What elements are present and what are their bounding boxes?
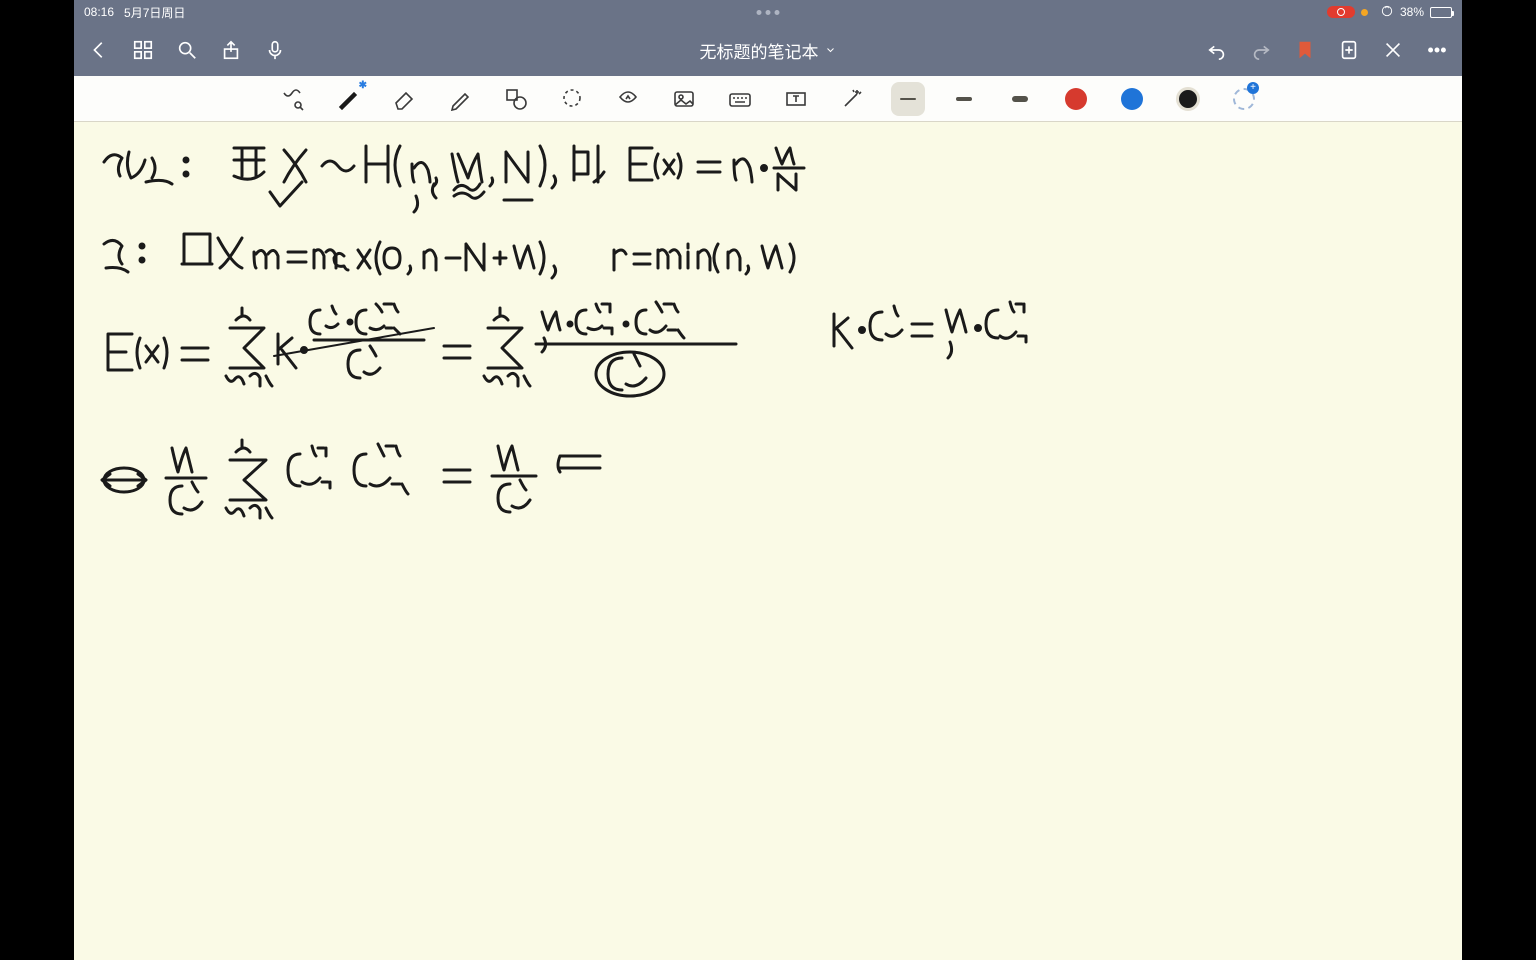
new-page-button[interactable] (1338, 39, 1360, 61)
add-color[interactable] (1227, 82, 1261, 116)
bookmark-button[interactable] (1294, 39, 1316, 61)
stroke-medium[interactable] (947, 82, 981, 116)
nav-bar: 无标题的笔记本 (74, 24, 1462, 76)
status-date: 5月7日周日 (124, 4, 185, 21)
search-button[interactable] (176, 39, 198, 61)
chevron-down-icon (825, 44, 837, 56)
battery-percent: 38% (1400, 5, 1424, 19)
lasso-tool[interactable] (555, 82, 589, 116)
close-button[interactable] (1382, 39, 1404, 61)
image-tool[interactable] (667, 82, 701, 116)
share-button[interactable] (220, 39, 242, 61)
orientation-lock-icon (1380, 4, 1394, 21)
app-window: 08:16 5月7日周日 38% 无标题的笔记本 (74, 0, 1462, 960)
multitask-dots[interactable] (757, 10, 780, 15)
color-blue[interactable] (1115, 82, 1149, 116)
letterbox-right (1462, 0, 1536, 960)
eraser-tool[interactable] (387, 82, 421, 116)
battery-icon (1430, 7, 1452, 18)
status-bar: 08:16 5月7日周日 38% (74, 0, 1462, 24)
microphone-button[interactable] (264, 39, 286, 61)
status-left: 08:16 5月7日周日 (84, 4, 185, 21)
color-black[interactable] (1171, 82, 1205, 116)
record-icon (1337, 8, 1345, 16)
more-button[interactable] (1426, 39, 1448, 61)
color-red[interactable] (1059, 82, 1093, 116)
handwriting-layer (74, 124, 1462, 960)
undo-button[interactable] (1206, 39, 1228, 61)
shape-tool[interactable] (499, 82, 533, 116)
highlighter-tool[interactable] (443, 82, 477, 116)
status-right: 38% (1327, 4, 1452, 21)
document-title[interactable]: 无标题的笔记本 (700, 38, 837, 63)
bluetooth-icon: ✱ (359, 80, 367, 91)
screen-recording-indicator[interactable] (1327, 6, 1355, 18)
redo-button[interactable] (1250, 39, 1272, 61)
status-time: 08:16 (84, 5, 114, 19)
sticker-tool[interactable] (611, 82, 645, 116)
stroke-thick[interactable] (1003, 82, 1037, 116)
mic-in-use-indicator (1361, 9, 1368, 16)
pen-tool[interactable]: ✱ (331, 82, 365, 116)
textbox-tool[interactable] (779, 82, 813, 116)
letterbox-left (0, 0, 74, 960)
laser-tool[interactable] (835, 82, 869, 116)
zoom-tool[interactable] (275, 82, 309, 116)
stroke-thin[interactable] (891, 82, 925, 116)
thumbnails-button[interactable] (132, 39, 154, 61)
title-text: 无标题的笔记本 (700, 38, 819, 63)
toolbar: ✱ (74, 76, 1462, 122)
back-button[interactable] (88, 39, 110, 61)
note-canvas[interactable] (74, 124, 1462, 960)
keyboard-tool[interactable] (723, 82, 757, 116)
